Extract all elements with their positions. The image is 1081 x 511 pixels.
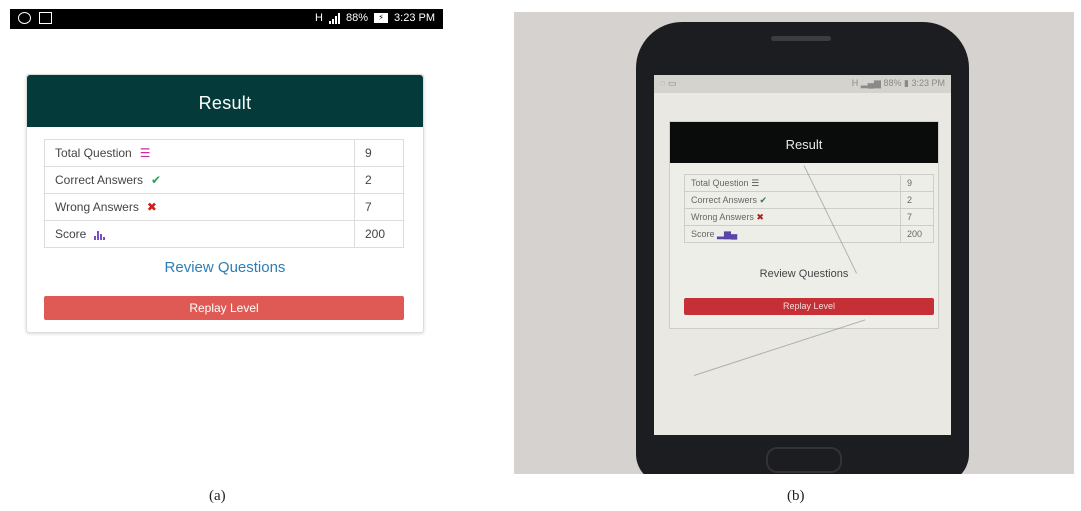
phone-body: ◌ ▭ H ▂▄▆ 88% ▮ 3:23 PM Result Total Que… xyxy=(636,22,969,474)
table-row: Wrong Answers ✖ 7 xyxy=(684,208,934,226)
row-value: 7 xyxy=(354,193,404,221)
phone-home-button xyxy=(766,447,842,473)
result-title: Result xyxy=(27,75,423,127)
notification-icons: ◌ ▭ xyxy=(660,78,677,88)
row-value: 200 xyxy=(354,220,404,248)
phone-status-time: 3:23 PM xyxy=(911,78,945,88)
caption-a: (a) xyxy=(209,488,226,504)
phone-result-title: Result xyxy=(670,122,938,163)
table-row: Correct Answers ✔ 2 xyxy=(44,166,404,194)
result-table: Total Question ☰ 9 Correct Answers ✔ 2 Wro… xyxy=(44,139,404,248)
phone-speaker xyxy=(771,36,831,41)
cross-icon: ✖ xyxy=(756,211,764,222)
row-label: Score xyxy=(691,228,715,239)
review-questions-link[interactable]: Review Questions xyxy=(27,259,423,276)
bar-chart-icon xyxy=(94,230,106,240)
row-label-cell: Correct Answers ✔ xyxy=(684,191,901,209)
replay-level-button[interactable]: Replay Level xyxy=(44,296,404,320)
status-bar: H 88% ⚡ 3:23 PM xyxy=(10,9,443,29)
row-value: 200 xyxy=(900,225,934,243)
table-row: Total Question ☰ 9 xyxy=(44,139,404,167)
list-icon: ☰ xyxy=(139,146,151,161)
row-label-cell: Total Question ☰ xyxy=(44,139,355,167)
row-value: 9 xyxy=(354,139,404,167)
row-value: 7 xyxy=(900,208,934,226)
phone-battery-percent: 88% xyxy=(883,78,902,88)
phone-replay-level-button[interactable]: Replay Level xyxy=(684,298,934,315)
row-value: 9 xyxy=(900,174,934,192)
row-label: Correct Answers xyxy=(55,172,144,187)
row-label-cell: Correct Answers ✔ xyxy=(44,166,355,194)
row-label-cell: Total Question ☰ xyxy=(684,174,901,192)
check-icon: ✔ xyxy=(151,173,162,188)
battery-charging-icon: ⚡ xyxy=(374,13,389,23)
phone-result-card: Result Total Question ☰ 9 Correct Answers… xyxy=(669,121,939,329)
phone-network-type: H xyxy=(851,78,859,88)
row-label: Total Question xyxy=(55,145,132,160)
image-icon xyxy=(39,12,52,24)
phone-status-bar: ◌ ▭ H ▂▄▆ 88% ▮ 3:23 PM xyxy=(654,75,951,93)
row-value: 2 xyxy=(900,191,934,209)
phone-result-table: Total Question ☰ 9 Correct Answers ✔ 2 Wro… xyxy=(684,174,934,243)
row-label-cell: Wrong Answers ✖ xyxy=(684,208,901,226)
table-row: Score ▂▆▄ 200 xyxy=(684,225,934,243)
result-card: Result Total Question ☰ 9 Correct Answers… xyxy=(26,74,424,333)
phone-status-right: H ▂▄▆ 88% ▮ 3:23 PM xyxy=(851,78,945,88)
caption-b: (b) xyxy=(787,488,805,504)
battery-percent: 88% xyxy=(346,12,369,24)
network-type: H xyxy=(315,12,323,24)
signal-icon xyxy=(329,12,340,24)
bar-chart-icon: ▂▆▄ xyxy=(717,228,738,239)
check-icon: ✔ xyxy=(759,194,768,205)
table-row: Correct Answers ✔ 2 xyxy=(684,191,934,209)
row-label: Wrong Answers xyxy=(55,199,139,214)
list-icon: ☰ xyxy=(751,177,760,188)
phone-review-questions-link[interactable]: Review Questions xyxy=(670,268,938,280)
row-value: 2 xyxy=(354,166,404,194)
row-label: Wrong Answers xyxy=(691,211,754,222)
row-label-cell: Wrong Answers ✖ xyxy=(44,193,355,221)
phone-photo: ◌ ▭ H ▂▄▆ 88% ▮ 3:23 PM Result Total Que… xyxy=(514,12,1074,474)
cross-icon: ✖ xyxy=(146,200,157,215)
status-time: 3:23 PM xyxy=(394,12,435,24)
table-row: Wrong Answers ✖ 7 xyxy=(44,193,404,221)
row-label: Score xyxy=(55,227,87,241)
row-label-cell: Score ▂▆▄ xyxy=(684,225,901,243)
whatsapp-icon xyxy=(18,12,31,24)
row-label: Total Question xyxy=(691,177,749,188)
phone-screen: ◌ ▭ H ▂▄▆ 88% ▮ 3:23 PM Result Total Que… xyxy=(654,75,951,435)
row-label-cell: Score xyxy=(44,220,355,248)
row-label: Correct Answers xyxy=(691,194,758,205)
table-row: Score 200 xyxy=(44,220,404,248)
